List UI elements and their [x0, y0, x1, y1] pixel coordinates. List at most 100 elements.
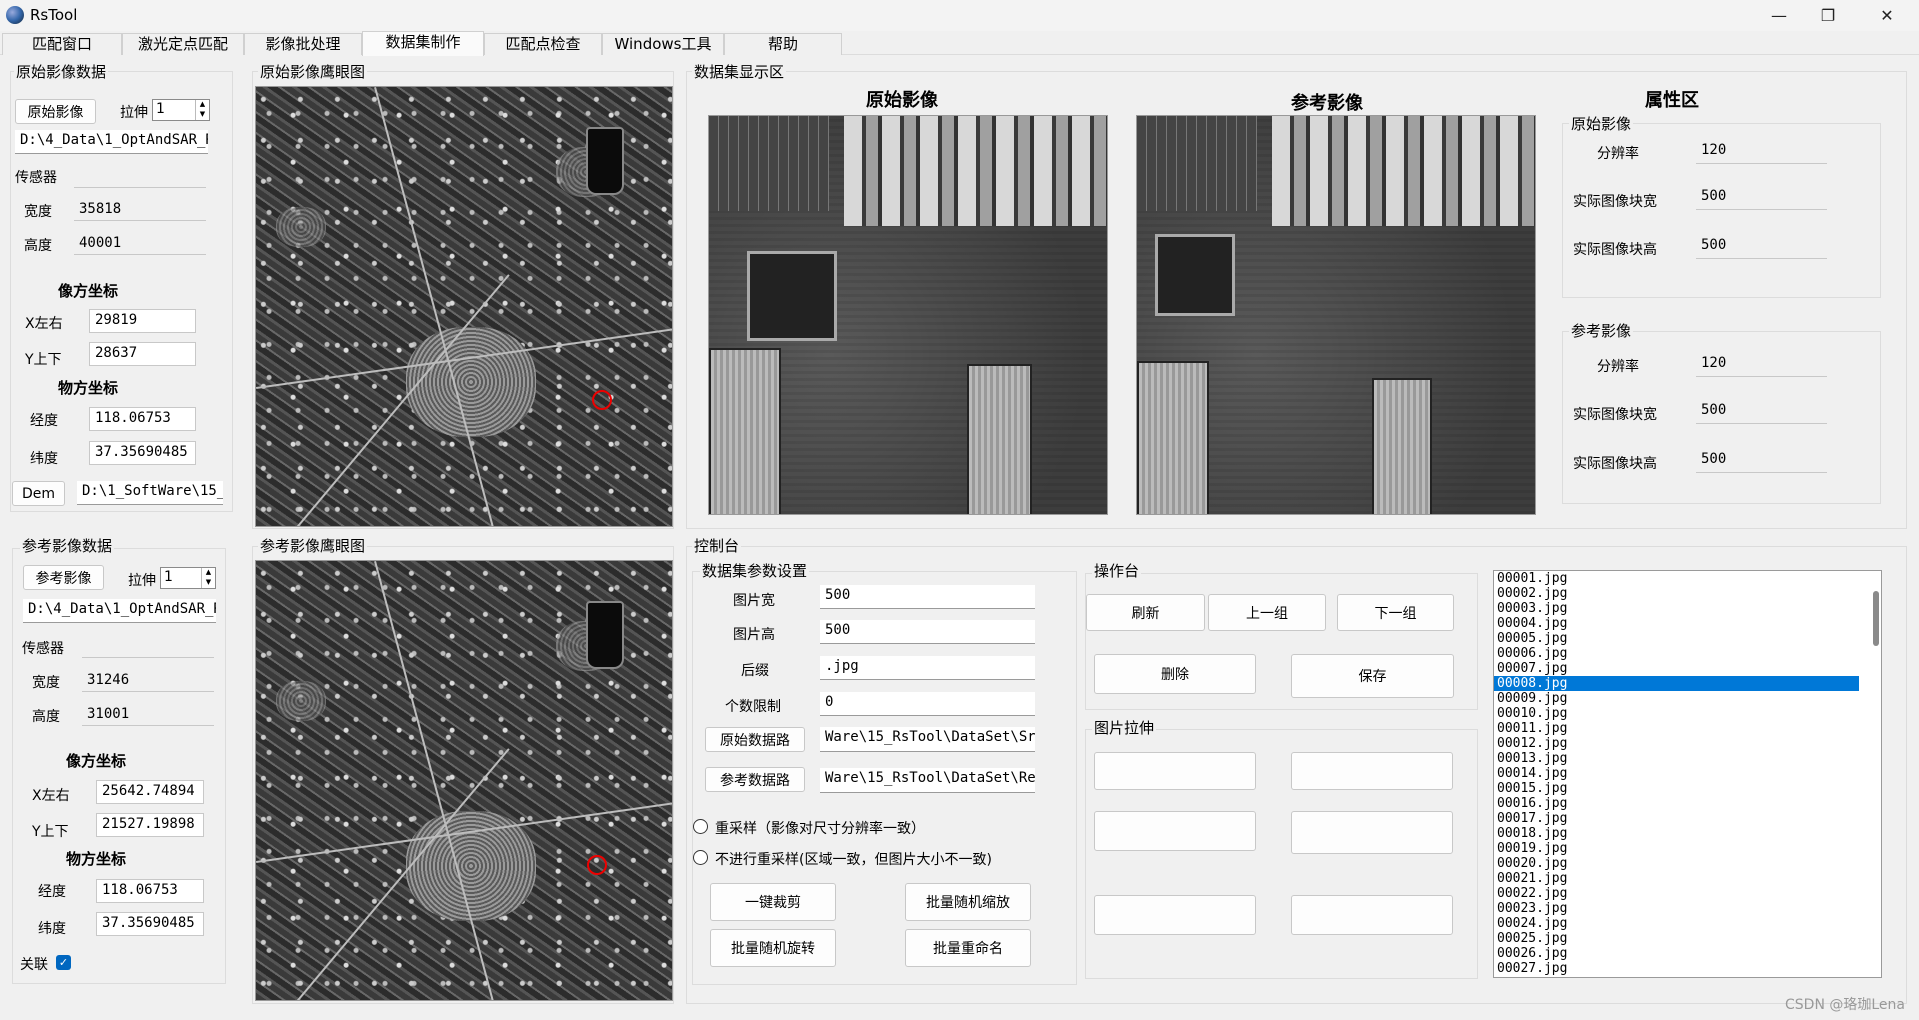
file-list-item[interactable]: 00015.jpg: [1494, 781, 1859, 796]
ref-display-image[interactable]: [1136, 115, 1536, 515]
orig-lat-field[interactable]: 37.35690485: [89, 441, 196, 465]
stretch-button-3[interactable]: [1094, 811, 1256, 851]
tab-batch[interactable]: 影像批处理: [244, 33, 362, 55]
ref-image-button[interactable]: 参考影像: [23, 565, 104, 590]
ref-path-field[interactable]: D:\4_Data\1_OptAndSAR_Rs: [23, 599, 216, 623]
file-list-item[interactable]: 00022.jpg: [1494, 886, 1859, 901]
orig-stretch-spinner[interactable]: 1 ▲ ▼: [152, 99, 210, 121]
file-list-item[interactable]: 00001.jpg: [1494, 571, 1859, 586]
ref-overview-image[interactable]: [255, 560, 673, 1001]
prev-group-button[interactable]: 上一组: [1208, 594, 1326, 631]
orig-height-field: 40001: [74, 233, 206, 255]
orig-display-image[interactable]: [708, 115, 1108, 515]
tab-help[interactable]: 帮助: [724, 33, 842, 55]
ref-data-path-field[interactable]: Ware\15_RsTool\DataSet\Ref: [820, 768, 1035, 793]
orig-y-label: Y上下: [25, 352, 62, 368]
batch-rename-button[interactable]: 批量重命名: [905, 929, 1031, 967]
batch-rotate-button[interactable]: 批量随机旋转: [710, 929, 836, 967]
title-bar: RsTool — ❐ ✕: [0, 0, 1919, 31]
param-width-field[interactable]: 500: [820, 585, 1035, 609]
file-list-item[interactable]: 00026.jpg: [1494, 946, 1859, 961]
attr-ref-title: 参考影像: [1569, 320, 1634, 341]
orig-path-field[interactable]: D:\4_Data\1_OptAndSAR_Rs: [15, 130, 208, 154]
orig-overview-image[interactable]: [255, 86, 673, 527]
file-list-item[interactable]: 00005.jpg: [1494, 631, 1859, 646]
tab-windows-tools[interactable]: Windows工具: [602, 33, 724, 55]
ref-lon-field[interactable]: 118.06753: [96, 879, 204, 903]
param-height-field[interactable]: 500: [820, 620, 1035, 644]
stretch-button-5[interactable]: [1094, 895, 1256, 935]
file-list-item[interactable]: 00010.jpg: [1494, 706, 1859, 721]
tab-check[interactable]: 匹配点检查: [484, 33, 602, 55]
file-list-item[interactable]: 00019.jpg: [1494, 841, 1859, 856]
param-limit-field[interactable]: 0: [820, 692, 1035, 716]
stretch-button-2[interactable]: [1291, 752, 1453, 790]
file-list-item[interactable]: 00023.jpg: [1494, 901, 1859, 916]
globe-icon: [6, 6, 24, 24]
stretch-button-6[interactable]: [1291, 895, 1453, 935]
file-list-item[interactable]: 00003.jpg: [1494, 601, 1859, 616]
orig-image-button[interactable]: 原始影像: [15, 99, 96, 124]
file-list-item[interactable]: 00016.jpg: [1494, 796, 1859, 811]
file-list-item[interactable]: 00020.jpg: [1494, 856, 1859, 871]
params-title: 数据集参数设置: [700, 560, 810, 581]
resample-radio[interactable]: [693, 819, 708, 834]
crop-button[interactable]: 一键裁剪: [710, 883, 836, 921]
ref-lat-field[interactable]: 37.35690485: [96, 912, 204, 936]
tab-dataset[interactable]: 数据集制作: [362, 31, 484, 56]
file-list-item[interactable]: 00014.jpg: [1494, 766, 1859, 781]
stretch-button-1[interactable]: [1094, 752, 1256, 790]
file-list-item[interactable]: 00017.jpg: [1494, 811, 1859, 826]
file-list-item[interactable]: 00008.jpg: [1494, 676, 1859, 691]
dem-button[interactable]: Dem: [12, 481, 65, 506]
file-list-item[interactable]: 00002.jpg: [1494, 586, 1859, 601]
file-list-item[interactable]: 00009.jpg: [1494, 691, 1859, 706]
file-list[interactable]: 00001.jpg 00002.jpg 00003.jpg 00004.jpg 0000…: [1493, 570, 1882, 978]
next-group-button[interactable]: 下一组: [1337, 594, 1454, 631]
file-list-item[interactable]: 00025.jpg: [1494, 931, 1859, 946]
orig-x-field[interactable]: 29819: [89, 309, 196, 333]
batch-scale-button[interactable]: 批量随机缩放: [905, 883, 1031, 921]
file-list-item[interactable]: 00018.jpg: [1494, 826, 1859, 841]
ref-x-field[interactable]: 25642.74894: [96, 780, 204, 804]
file-list-item[interactable]: 00027.jpg: [1494, 961, 1859, 976]
attr-orig-w-label: 实际图像块宽: [1573, 194, 1657, 210]
attr-ref-res-field: 120: [1696, 353, 1827, 377]
orig-data-path-button[interactable]: 原始数据路: [705, 727, 805, 752]
orig-y-field[interactable]: 28637: [89, 342, 196, 366]
ref-stretch-spinner[interactable]: 1 ▲ ▼: [160, 567, 216, 589]
file-list-item[interactable]: 00024.jpg: [1494, 916, 1859, 931]
no-resample-radio[interactable]: [693, 850, 708, 865]
file-list-item[interactable]: 00012.jpg: [1494, 736, 1859, 751]
param-limit-label: 个数限制: [725, 699, 781, 715]
file-list-item[interactable]: 00006.jpg: [1494, 646, 1859, 661]
dem-path-field[interactable]: D:\1_SoftWare\15_R: [77, 481, 223, 505]
ref-y-field[interactable]: 21527.19898: [96, 813, 204, 837]
link-checkbox[interactable]: ✓: [56, 955, 71, 970]
maximize-button[interactable]: ❐: [1800, 0, 1856, 31]
file-list-scrollbar[interactable]: [1873, 591, 1879, 646]
ref-sensor-label: 传感器: [22, 641, 64, 657]
stretch-button-4[interactable]: [1291, 811, 1453, 854]
tab-laser-match[interactable]: 激光定点匹配: [122, 33, 244, 55]
save-button[interactable]: 保存: [1291, 654, 1454, 698]
attr-orig-res-label: 分辨率: [1597, 146, 1639, 162]
close-button[interactable]: ✕: [1859, 0, 1915, 31]
ref-width-label: 宽度: [32, 675, 60, 691]
param-suffix-field[interactable]: .jpg: [820, 656, 1035, 680]
delete-button[interactable]: 删除: [1094, 654, 1256, 694]
file-list-item[interactable]: 00011.jpg: [1494, 721, 1859, 736]
file-list-item[interactable]: 00004.jpg: [1494, 616, 1859, 631]
file-list-item[interactable]: 00013.jpg: [1494, 751, 1859, 766]
minimize-button[interactable]: —: [1751, 0, 1807, 31]
tab-match-window[interactable]: 匹配窗口: [2, 33, 122, 55]
refresh-button[interactable]: 刷新: [1086, 594, 1205, 631]
ref-data-path-button[interactable]: 参考数据路: [705, 767, 805, 792]
attr-orig-w-field: 500: [1696, 186, 1827, 210]
ref-height-label: 高度: [32, 709, 60, 725]
orig-lon-field[interactable]: 118.06753: [89, 407, 196, 431]
file-list-item[interactable]: 00007.jpg: [1494, 661, 1859, 676]
ref-stretch-label: 拉伸: [128, 573, 156, 589]
orig-data-path-field[interactable]: Ware\15_RsTool\DataSet\Src: [820, 727, 1035, 752]
file-list-item[interactable]: 00021.jpg: [1494, 871, 1859, 886]
